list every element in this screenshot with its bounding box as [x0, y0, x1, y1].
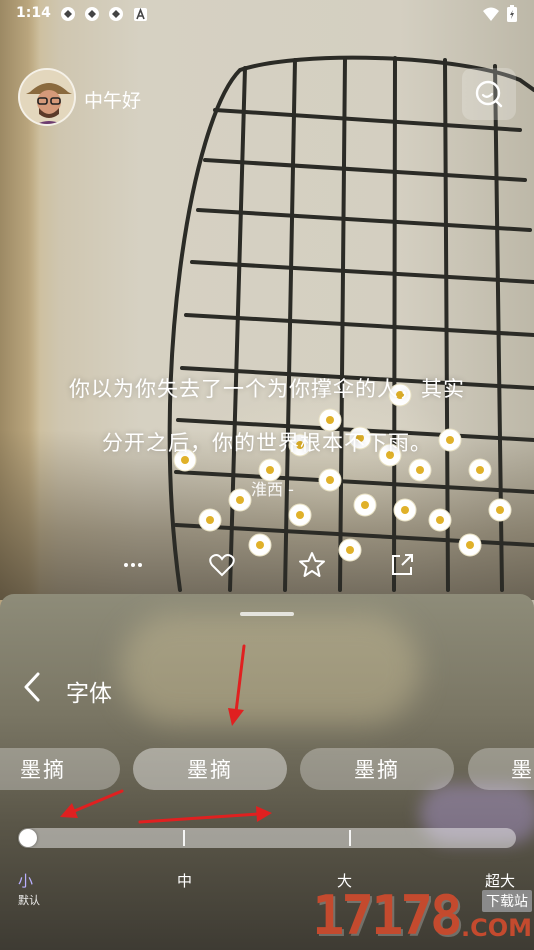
size-label-small[interactable]: 小 [18, 870, 33, 891]
font-option-selected[interactable]: 墨摘 [133, 748, 287, 790]
watermark-logo: 17178 下载站 .COM [312, 884, 534, 950]
watermark-tag: 下载站 [482, 890, 532, 912]
sheet-title: 字体 [66, 681, 112, 707]
more-icon [124, 563, 142, 567]
font-option[interactable]: 墨摘 [0, 748, 120, 790]
battery-icon [507, 5, 517, 22]
slider-tick [183, 830, 185, 846]
watermark-domain: .COM [460, 914, 532, 942]
a-icon [134, 8, 147, 21]
share-button[interactable] [387, 550, 417, 580]
slider-tick [349, 830, 351, 846]
sheet-drag-handle[interactable] [240, 612, 294, 616]
blur-shape [120, 614, 420, 724]
chevron-left-icon [24, 672, 40, 702]
status-bar: 1:14 [0, 0, 534, 28]
avatar[interactable] [18, 68, 76, 126]
size-label-medium[interactable]: 中 [177, 870, 192, 891]
search-button[interactable] [462, 68, 516, 120]
quote-author: - 淮西 - [240, 480, 294, 499]
status-time: 1:14 [16, 5, 51, 21]
quote-line-2: 分开之后，你的世界根本不下雨。 [102, 431, 432, 455]
font-option[interactable]: 墨 [468, 748, 534, 790]
font-option[interactable]: 墨摘 [300, 748, 454, 790]
back-button[interactable] [18, 670, 48, 704]
like-button[interactable] [207, 550, 237, 580]
slider-knob[interactable] [19, 829, 37, 847]
favorite-button[interactable] [297, 550, 327, 580]
heart-icon [209, 554, 235, 577]
quote-text: 你以为你失去了一个为你撑伞的人，其实 分开之后，你的世界根本不下雨。 [20, 362, 514, 470]
star-icon [299, 552, 325, 577]
wire-chair-graphic [167, 55, 534, 592]
app-notification-icon [61, 7, 75, 21]
app-notification-icon [85, 7, 99, 21]
size-label-default: 默认 [18, 894, 40, 907]
greeting-text: 中午好 [84, 90, 142, 112]
search-icon [475, 80, 503, 108]
font-size-slider[interactable] [18, 828, 516, 848]
more-button[interactable] [118, 550, 148, 580]
watermark-number: 17178 [312, 884, 463, 947]
wifi-icon [483, 7, 499, 21]
quote-line-1: 你以为你失去了一个为你撑伞的人，其实 [69, 377, 465, 401]
app-notification-icon [109, 7, 123, 21]
quote-actions [0, 550, 534, 580]
share-icon [392, 554, 413, 575]
